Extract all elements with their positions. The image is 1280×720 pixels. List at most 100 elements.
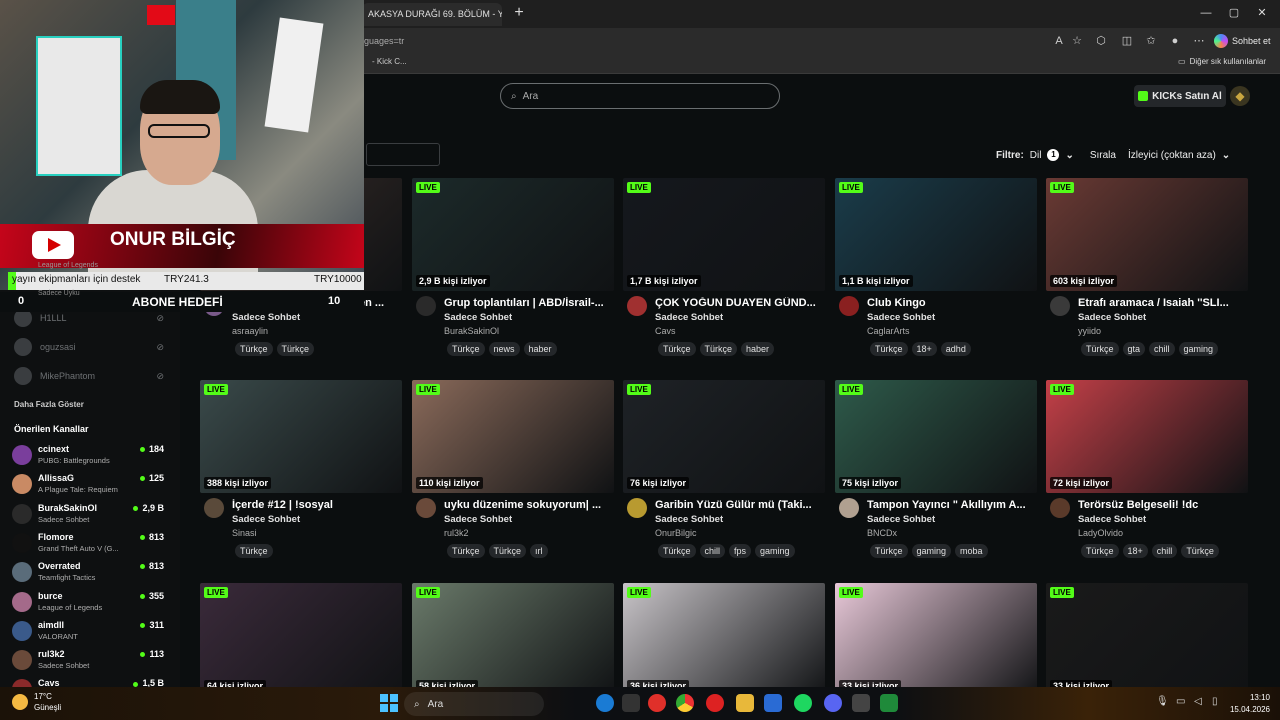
stream-thumbnail[interactable]: LIVE 388 kişi izliyor <box>200 380 402 493</box>
stream-category[interactable]: Sadece Sohbet <box>867 312 935 323</box>
sidebar-item-recommended[interactable]: Flomore Grand Theft Auto V (G... 813 <box>12 530 164 556</box>
chevron-down-icon[interactable]: ⌄ <box>1222 150 1230 161</box>
stream-category[interactable]: Sadece Sohbet <box>232 514 300 525</box>
stream-card[interactable]: LIVE 64 kişi izliyor <box>200 583 402 687</box>
language-filter[interactable]: Dil <box>1030 150 1042 161</box>
sidebar-item-recommended[interactable]: burce League of Legends 355 <box>12 589 164 615</box>
stream-tag[interactable]: ırl <box>530 544 548 558</box>
streamer-avatar[interactable] <box>839 498 859 518</box>
stream-tag[interactable]: haber <box>741 342 775 356</box>
stream-card[interactable]: LIVE 110 kişi izliyor uyku düzenime sokuyo… <box>412 380 614 576</box>
stream-tag[interactable]: chill <box>1149 342 1175 356</box>
file-explorer-icon[interactable] <box>736 694 754 712</box>
stream-tag[interactable]: gaming <box>1178 342 1219 356</box>
browser-tab[interactable]: AKASYA DURAĞI 69. BÖLÜM - You <box>362 3 502 26</box>
stream-card[interactable]: LIVE 603 kişi izliyor Etrafı aramaca / Isa… <box>1046 178 1248 374</box>
favorites-icon[interactable]: ✩ <box>1142 32 1160 50</box>
bookmark-kick[interactable]: - Kick C... <box>372 57 407 66</box>
search-input[interactable]: ⌕ Ara <box>500 83 780 109</box>
stream-tag[interactable]: gaming <box>911 544 952 558</box>
more-menu-icon[interactable]: ⋯ <box>1190 32 1208 50</box>
stream-tag[interactable]: gaming <box>755 544 795 558</box>
streamer-username[interactable]: BNCDx <box>867 528 897 538</box>
stream-card[interactable]: LIVE 1,7 B kişi izliyor ÇOK YOĞUN DUAYEN G… <box>623 178 825 374</box>
app-icon[interactable] <box>852 694 870 712</box>
windows-start-icon[interactable] <box>380 694 398 712</box>
sidebar-item-recommended[interactable]: ccinext PUBG: Battlegrounds 184 <box>12 442 164 468</box>
task-view-icon[interactable] <box>622 694 640 712</box>
stream-title[interactable]: Tampon Yayıncı " Akıllıyım A... <box>867 499 1037 511</box>
streamer-avatar[interactable] <box>204 498 224 518</box>
opera-icon[interactable] <box>648 694 666 712</box>
stream-tag[interactable]: Türkçe <box>658 342 696 356</box>
stream-thumbnail[interactable]: LIVE 58 kişi izliyor <box>412 583 614 687</box>
stream-card[interactable]: LIVE 2,9 B kişi izliyor Grup toplantıları … <box>412 178 614 374</box>
stream-tag[interactable]: Türkçe <box>699 342 738 356</box>
stream-tag[interactable]: Türkçe <box>235 342 273 356</box>
streamer-avatar[interactable] <box>627 296 647 316</box>
streamer-avatar[interactable] <box>416 498 436 518</box>
streamer-avatar[interactable] <box>416 296 436 316</box>
stream-tag[interactable]: haber <box>523 342 557 356</box>
sidebar-followed-oguzsasi[interactable]: oguzsasi ⊘ <box>14 337 164 357</box>
stream-title[interactable]: Etrafı aramaca / Isaiah ''SLI... <box>1078 297 1248 309</box>
volume-icon[interactable]: ◁ <box>1194 696 1202 707</box>
stream-category[interactable]: Sadece Sohbet <box>867 514 935 525</box>
taskbar-clock[interactable]: 13:10 15.04.2026 <box>1228 692 1270 716</box>
stream-category[interactable]: Sadece Sohbet <box>655 312 723 323</box>
stream-card[interactable]: LIVE 75 kişi izliyor Tampon Yayıncı " Akıl… <box>835 380 1037 576</box>
sidebar-item-recommended[interactable]: BurakSakinOl Sadece Sohbet 2,9 B <box>12 501 164 527</box>
stream-thumbnail[interactable]: LIVE 1,7 B kişi izliyor <box>623 178 825 291</box>
stream-tag[interactable]: Türkçe <box>447 544 485 558</box>
stream-tag[interactable]: adhd <box>940 342 971 356</box>
stream-card[interactable]: LIVE 33 kişi izliyor <box>1046 583 1248 687</box>
discord-icon[interactable] <box>824 694 842 712</box>
minimize-button[interactable]: — <box>1196 5 1216 21</box>
streamer-avatar[interactable] <box>839 296 859 316</box>
taskbar-search[interactable]: ⌕ Ara <box>404 692 544 716</box>
close-button[interactable]: ✕ <box>1252 5 1272 21</box>
stream-thumbnail[interactable]: LIVE 36 kişi izliyor <box>623 583 825 687</box>
stream-title[interactable]: ÇOK YOĞUN DUAYEN GÜND... <box>655 297 825 309</box>
stream-title[interactable]: Club Kingo <box>867 297 1037 309</box>
chrome-icon[interactable] <box>676 694 694 712</box>
stream-thumbnail[interactable]: LIVE 76 kişi izliyor <box>623 380 825 493</box>
stream-tag[interactable]: news <box>488 342 520 356</box>
show-more-link[interactable]: Daha Fazla Göster <box>14 400 84 409</box>
sidebar-followed-mikephantom[interactable]: MikePhantom ⊘ <box>14 366 164 386</box>
stream-tag[interactable]: Türkçe <box>488 544 527 558</box>
streamer-username[interactable]: rul3k2 <box>444 528 469 538</box>
stream-card[interactable]: LIVE 58 kişi izliyor <box>412 583 614 687</box>
stream-tag[interactable]: fps <box>729 544 752 558</box>
stream-tag[interactable]: moba <box>955 544 988 558</box>
spotify-icon[interactable] <box>794 694 812 712</box>
stream-tag[interactable]: gta <box>1122 342 1146 356</box>
stream-card[interactable]: LIVE 72 kişi izliyor Terörsüz Belgeseli! !… <box>1046 380 1248 576</box>
streamer-avatar[interactable] <box>1050 498 1070 518</box>
sidebar-item-recommended[interactable]: aimdll VALORANT 311 <box>12 618 164 644</box>
streamer-username[interactable]: Sinasi <box>232 528 257 538</box>
battery-icon[interactable]: ▯ <box>1212 696 1218 707</box>
sidebar-item-recommended[interactable]: Overrated Teamfight Tactics 813 <box>12 559 164 585</box>
sidebar-item-recommended[interactable]: rul3k2 Sadece Sohbet 113 <box>12 647 164 673</box>
sidebar-item-recommended[interactable]: AllissaG A Plague Tale: Requiem 125 <box>12 471 164 497</box>
address-bar-url[interactable]: guages=tr <box>364 33 404 49</box>
stream-thumbnail[interactable]: LIVE 75 kişi izliyor <box>835 380 1037 493</box>
streamer-username[interactable]: asraaylin <box>232 326 268 336</box>
streamer-avatar[interactable] <box>627 498 647 518</box>
stream-thumbnail[interactable]: LIVE 1,1 B kişi izliyor <box>835 178 1037 291</box>
weather-widget[interactable]: 17°C Güneşli <box>12 691 61 713</box>
streamer-avatar[interactable] <box>1050 296 1070 316</box>
streamer-username[interactable]: LadyOlvido <box>1078 528 1123 538</box>
maximize-button[interactable]: ▢ <box>1224 5 1244 21</box>
extension-icon[interactable]: ⬡ <box>1092 32 1110 50</box>
category-filter-input[interactable] <box>366 143 440 166</box>
stream-card[interactable]: LIVE 36 kişi izliyor <box>623 583 825 687</box>
user-avatar[interactable]: ◆ <box>1230 86 1250 106</box>
stream-tag[interactable]: Türkçe <box>658 544 696 558</box>
chevron-down-icon[interactable]: ⌄ <box>1065 150 1073 161</box>
stream-thumbnail[interactable]: LIVE 603 kişi izliyor <box>1046 178 1248 291</box>
sort-select[interactable]: İzleyici (çoktan aza) <box>1128 150 1216 161</box>
yandex-icon[interactable] <box>706 694 724 712</box>
edge-icon[interactable] <box>596 694 614 712</box>
